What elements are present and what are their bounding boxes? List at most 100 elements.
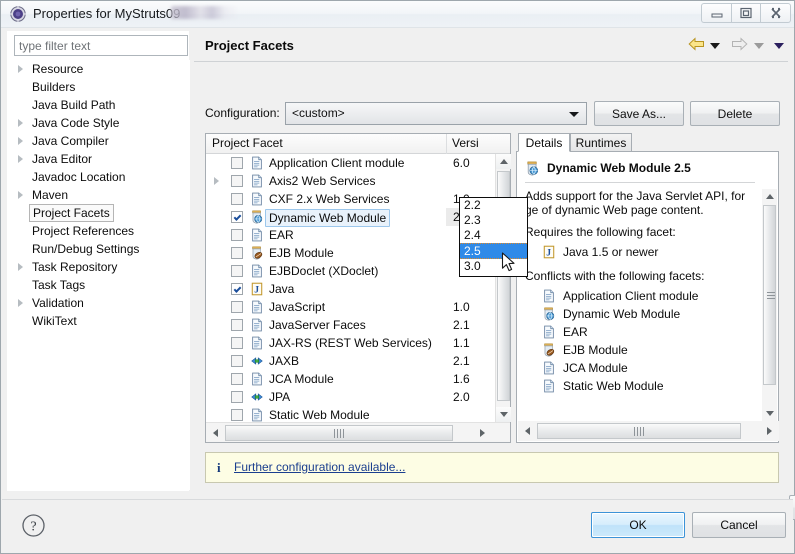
- project-facets-table[interactable]: Project Facet Versi Application Client m…: [205, 133, 511, 443]
- sidebar-item-resource[interactable]: Resource: [8, 60, 190, 78]
- table-row[interactable]: JAX-RS (REST Web Services) 1.1: [206, 334, 495, 352]
- facet-version[interactable]: 2.0: [453, 389, 470, 405]
- facets-vertical-scrollbar[interactable]: [495, 154, 511, 422]
- column-header-version[interactable]: Versi: [452, 136, 479, 150]
- facet-checkbox[interactable]: [231, 193, 243, 205]
- table-row[interactable]: JavaServer Faces 2.1: [206, 316, 495, 334]
- scroll-right-arrow-icon[interactable]: [475, 425, 490, 440]
- facets-row-list[interactable]: Application Client module 6.0 Axis2 Web S…: [206, 154, 495, 422]
- scroll-right-arrow-icon[interactable]: [762, 423, 777, 438]
- ok-button[interactable]: OK: [591, 512, 685, 538]
- further-configuration-link[interactable]: Further configuration available...: [234, 460, 405, 474]
- tab-runtimes[interactable]: Runtimes: [570, 133, 632, 152]
- column-header-project-facet[interactable]: Project Facet: [212, 136, 283, 150]
- scroll-up-arrow-icon[interactable]: [496, 154, 511, 169]
- facet-checkbox[interactable]: [231, 391, 243, 403]
- table-row[interactable]: Application Client module 6.0: [206, 154, 495, 172]
- facet-version[interactable]: 2.1: [453, 317, 470, 333]
- settings-tree[interactable]: Resource Builders Java Build Path Java Code…: [8, 60, 190, 490]
- facet-checkbox[interactable]: [231, 283, 243, 295]
- sidebar-item-project-facets[interactable]: Project Facets: [8, 204, 190, 222]
- facets-horizontal-scrollbar[interactable]: [206, 422, 510, 442]
- expand-arrow-icon[interactable]: [18, 299, 23, 307]
- maximize-button[interactable]: [731, 3, 761, 23]
- facet-checkbox[interactable]: [231, 211, 243, 223]
- back-arrow-icon[interactable]: [688, 37, 705, 54]
- expand-arrow-icon[interactable]: [18, 155, 23, 163]
- table-row[interactable]: EJB Module: [206, 244, 495, 262]
- expand-arrow-icon[interactable]: [18, 263, 23, 271]
- table-row[interactable]: JPA 2.0: [206, 388, 495, 406]
- facet-checkbox[interactable]: [231, 265, 243, 277]
- version-option[interactable]: 2.2: [460, 198, 527, 213]
- filter-input[interactable]: type filter text: [14, 35, 188, 56]
- facet-version[interactable]: 6.0: [453, 155, 470, 171]
- delete-button[interactable]: Delete: [690, 101, 780, 126]
- facet-checkbox[interactable]: [231, 301, 243, 313]
- sidebar-item-javadoc-location[interactable]: Javadoc Location: [8, 168, 190, 186]
- facet-checkbox[interactable]: [231, 247, 243, 259]
- table-row[interactable]: EJBDoclet (XDoclet): [206, 262, 495, 280]
- scroll-left-arrow-icon[interactable]: [520, 423, 535, 438]
- sidebar-item-maven[interactable]: Maven: [8, 186, 190, 204]
- configuration-select[interactable]: <custom>: [285, 102, 587, 125]
- expand-arrow-icon[interactable]: [18, 191, 23, 199]
- sidebar-item-java-code-style[interactable]: Java Code Style: [8, 114, 190, 132]
- close-button[interactable]: [761, 3, 791, 23]
- sidebar-item-java-build-path[interactable]: Java Build Path: [8, 96, 190, 114]
- facet-checkbox[interactable]: [231, 373, 243, 385]
- expand-arrow-icon[interactable]: [18, 119, 23, 127]
- sidebar-item-run-debug-settings[interactable]: Run/Debug Settings: [8, 240, 190, 258]
- facet-version[interactable]: 1.6: [453, 371, 470, 387]
- version-option[interactable]: 2.3: [460, 213, 527, 228]
- table-row[interactable]: Static Web Module: [206, 406, 495, 422]
- facet-version[interactable]: 1.0: [453, 299, 470, 315]
- scroll-down-arrow-icon[interactable]: [496, 407, 511, 422]
- sidebar-item-java-compiler[interactable]: Java Compiler: [8, 132, 190, 150]
- sidebar-item-validation[interactable]: Validation: [8, 294, 190, 312]
- sidebar-item-task-tags[interactable]: Task Tags: [8, 276, 190, 294]
- tab-details[interactable]: Details: [518, 133, 570, 152]
- sidebar-item-java-editor[interactable]: Java Editor: [8, 150, 190, 168]
- facet-version[interactable]: 2.1: [453, 353, 470, 369]
- table-row[interactable]: JCA Module 1.6: [206, 370, 495, 388]
- table-row[interactable]: CXF 2.x Web Services1.0: [206, 190, 495, 208]
- facet-checkbox[interactable]: [231, 319, 243, 331]
- table-row[interactable]: Dynamic Web Module2.5: [206, 208, 495, 227]
- scroll-up-arrow-icon[interactable]: [762, 189, 777, 204]
- expand-arrow-icon[interactable]: [18, 65, 23, 73]
- page-menu-chevron-down-icon[interactable]: [774, 42, 784, 49]
- table-row[interactable]: JavaScript 1.0: [206, 298, 495, 316]
- details-horizontal-scrollbar[interactable]: [518, 421, 779, 441]
- table-row[interactable]: J Java: [206, 280, 495, 298]
- table-row[interactable]: Axis2 Web Services: [206, 172, 495, 190]
- scrollbar-thumb[interactable]: [537, 423, 741, 439]
- expand-arrow-icon[interactable]: [214, 177, 219, 185]
- sidebar-item-project-references[interactable]: Project References: [8, 222, 190, 240]
- facet-checkbox[interactable]: [231, 337, 243, 349]
- version-option[interactable]: 2.4: [460, 228, 527, 243]
- scroll-down-arrow-icon[interactable]: [762, 406, 777, 421]
- back-history-chevron-down-icon[interactable]: [709, 42, 720, 49]
- details-vertical-scrollbar[interactable]: [762, 189, 777, 421]
- scroll-left-arrow-icon[interactable]: [208, 425, 223, 440]
- sidebar-item-task-repository[interactable]: Task Repository: [8, 258, 190, 276]
- table-row[interactable]: JAXB 2.1: [206, 352, 495, 370]
- version-dropdown-list[interactable]: 2.2 2.3 2.4 2.5 3.0: [459, 197, 528, 277]
- scrollbar-thumb[interactable]: [763, 205, 776, 385]
- expand-arrow-icon[interactable]: [18, 137, 23, 145]
- facet-checkbox[interactable]: [231, 157, 243, 169]
- save-as-button[interactable]: Save As...: [594, 101, 684, 126]
- facet-checkbox[interactable]: [231, 229, 243, 241]
- facet-checkbox[interactable]: [231, 409, 243, 421]
- column-divider[interactable]: [446, 134, 447, 154]
- table-row[interactable]: EAR: [206, 226, 495, 244]
- sidebar-item-builders[interactable]: Builders: [8, 78, 190, 96]
- help-icon[interactable]: ?: [21, 513, 46, 538]
- cancel-button[interactable]: Cancel: [692, 512, 786, 538]
- scrollbar-thumb[interactable]: [225, 425, 453, 441]
- facet-checkbox[interactable]: [231, 175, 243, 187]
- minimize-button[interactable]: [701, 3, 731, 23]
- facet-version[interactable]: 1.1: [453, 335, 470, 351]
- sidebar-item-wikitext[interactable]: WikiText: [8, 312, 190, 330]
